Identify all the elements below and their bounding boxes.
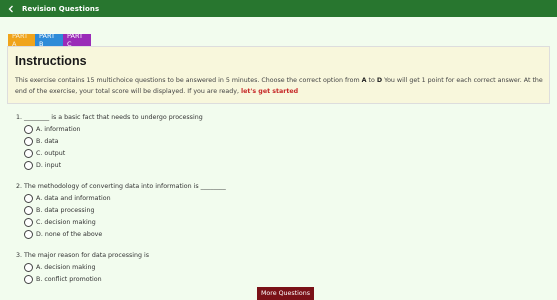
instructions-text-1: This exercise contains 15 multichoice qu… (15, 77, 362, 84)
app-bar: Revision Questions (0, 0, 557, 17)
option-label: A. information (36, 126, 81, 133)
question-1: 1. ________ is a basic fact that needs t… (16, 114, 203, 121)
question-2-option-d[interactable]: D. none of the above (24, 230, 102, 239)
tab-part-b[interactable]: PART B (35, 32, 63, 48)
radio-button[interactable] (24, 194, 33, 203)
instructions-heading: Instructions (15, 54, 87, 68)
question-2-option-c[interactable]: C. decision making (24, 218, 96, 227)
chevron-left-icon (8, 5, 13, 12)
radio-button[interactable] (24, 161, 33, 170)
page-title: Revision Questions (22, 4, 100, 13)
question-2-option-b[interactable]: B. data processing (24, 206, 94, 215)
option-label: B. data processing (36, 207, 95, 214)
radio-button[interactable] (24, 149, 33, 158)
question-2: 2. The methodology of converting data in… (16, 183, 226, 190)
question-1-option-b[interactable]: B. data (24, 137, 59, 146)
more-questions-button[interactable]: More Questions (257, 287, 314, 300)
radio-button[interactable] (24, 137, 33, 146)
option-label: A. decision making (36, 264, 96, 271)
option-label: A. data and information (36, 195, 111, 202)
radio-button[interactable] (24, 230, 33, 239)
question-2-option-a[interactable]: A. data and information (24, 194, 111, 203)
part-tabs: PART A PART B PART C (8, 32, 91, 48)
option-label: B. conflict promotion (36, 276, 102, 283)
option-label: C. decision making (36, 219, 96, 226)
instructions-panel: Instructions This exercise contains 15 m… (7, 46, 550, 104)
question-1-option-d[interactable]: D. input (24, 161, 61, 170)
question-1-option-a[interactable]: A. information (24, 125, 81, 134)
radio-button[interactable] (24, 218, 33, 227)
option-label: B. data (36, 138, 59, 145)
option-label: D. input (36, 162, 62, 169)
option-label: C. output (36, 150, 66, 157)
radio-button[interactable] (24, 125, 33, 134)
tab-part-c[interactable]: PART C (63, 32, 91, 48)
tab-part-a[interactable]: PART A (8, 32, 35, 48)
question-3-option-a[interactable]: A. decision making (24, 263, 96, 272)
instructions-text-2: to (366, 77, 377, 84)
radio-button[interactable] (24, 206, 33, 215)
option-label: D. none of the above (36, 231, 103, 238)
question-3-option-b[interactable]: B. conflict promotion (24, 275, 102, 284)
back-button[interactable] (0, 0, 22, 17)
instructions-text: This exercise contains 15 multichoice qu… (15, 76, 547, 97)
start-link[interactable]: let's get started (241, 88, 298, 95)
question-1-option-c[interactable]: C. output (24, 149, 65, 158)
radio-button[interactable] (24, 263, 33, 272)
question-3: 3. The major reason for data processing … (16, 252, 150, 259)
radio-button[interactable] (24, 275, 33, 284)
